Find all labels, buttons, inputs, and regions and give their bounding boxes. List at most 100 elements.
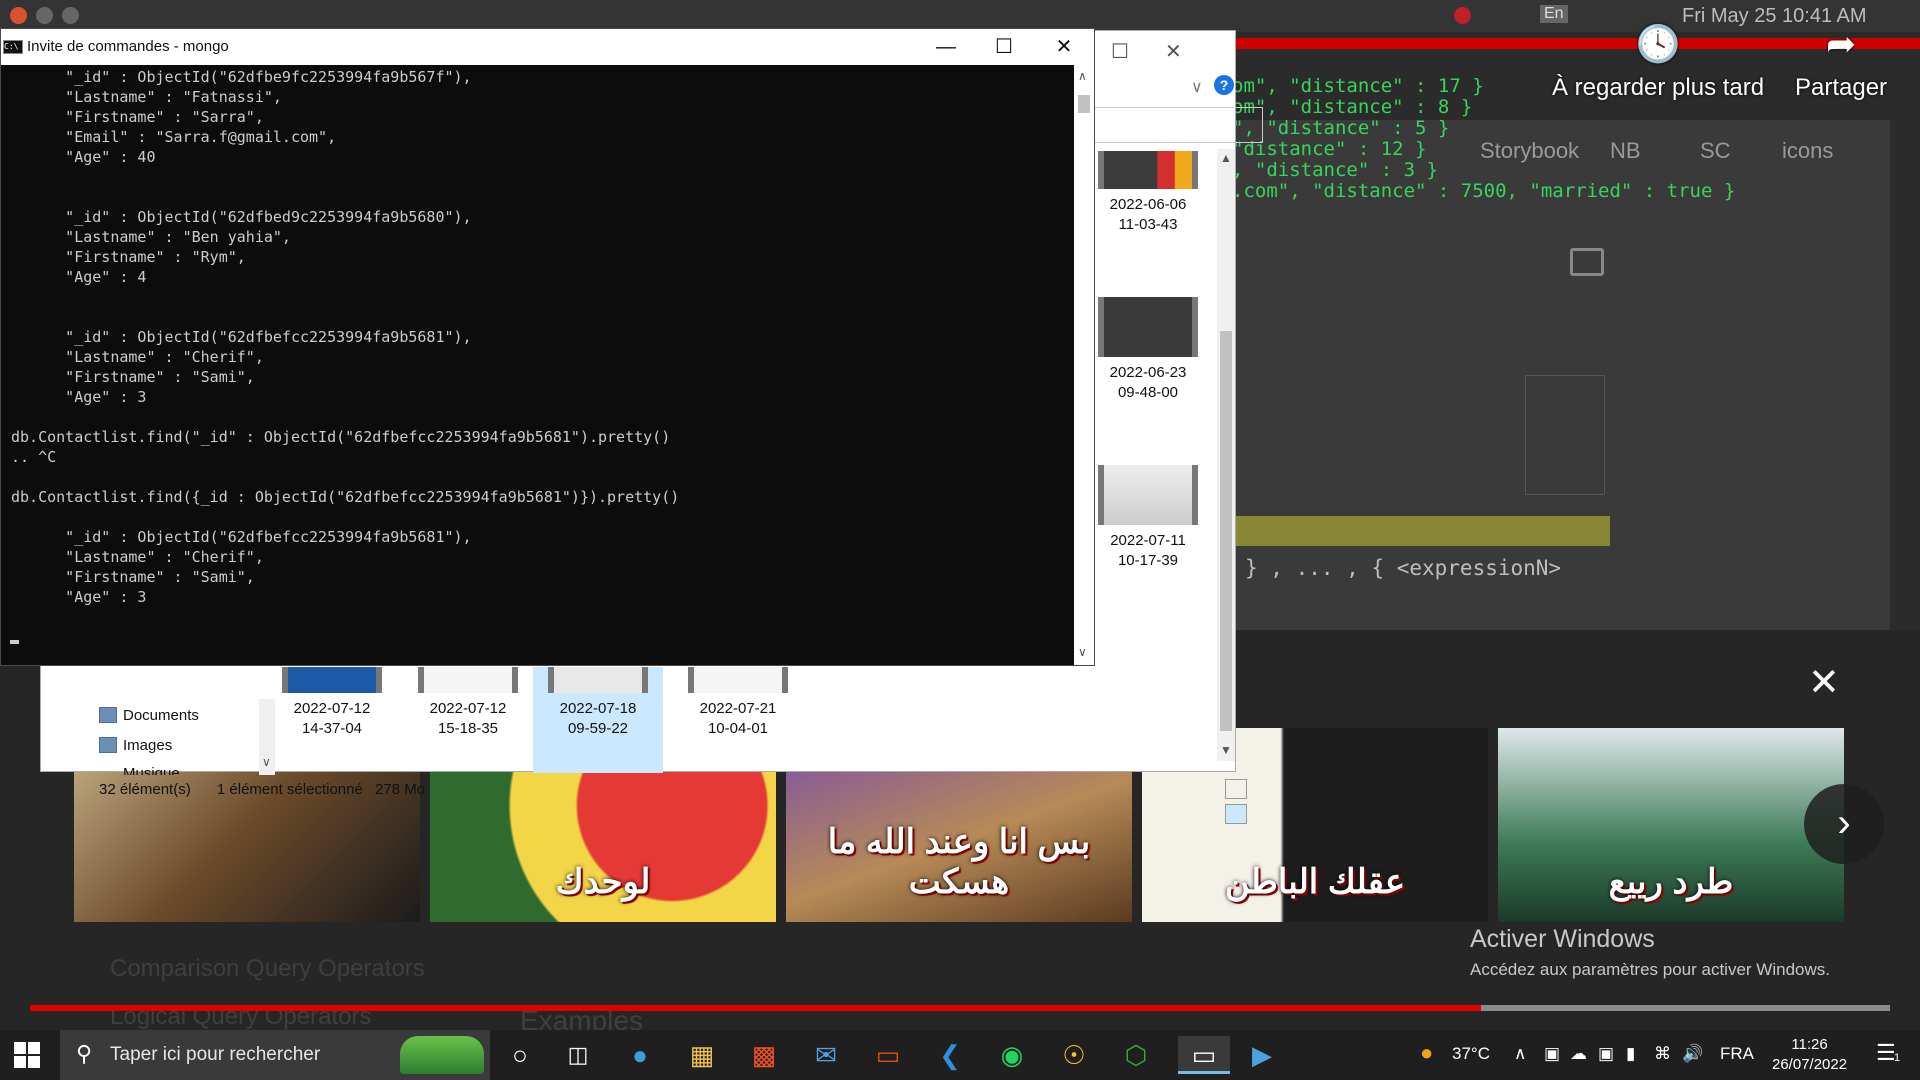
large-icons-view-icon[interactable] — [1225, 804, 1247, 824]
code-line: ", "distance" : 5 } — [1232, 117, 1450, 139]
file-item[interactable]: 2022-06-23 09-48-00 — [1093, 297, 1203, 403]
file-date: 2022-06-06 — [1109, 196, 1187, 213]
terminal-line: "Firstname" : "Sarra", — [11, 108, 264, 126]
background-panel — [1525, 375, 1605, 495]
chrome-icon[interactable]: ☉ — [1054, 1036, 1094, 1074]
nav-item-music[interactable]: Musique — [123, 765, 180, 775]
file-date: 2022-06-23 — [1109, 364, 1187, 381]
chevron-down-icon[interactable]: ∨ — [1191, 77, 1203, 97]
mail-icon[interactable]: ✉ — [806, 1036, 846, 1074]
details-view-icon[interactable] — [1225, 779, 1247, 799]
help-icon[interactable]: ? — [1214, 75, 1234, 95]
volume-icon[interactable]: 🔊 — [1682, 1044, 1703, 1064]
notification-count: 1 — [1894, 1052, 1901, 1064]
network-icon[interactable]: ⌘ — [1654, 1044, 1671, 1064]
taskbar-search[interactable]: ⚲ Taper ici pour rechercher — [60, 1030, 490, 1080]
next-videos-button[interactable]: › — [1804, 784, 1884, 864]
thumbnail-title: بس انا وعند الله ما هسكت — [827, 823, 1091, 901]
bookmark-icons: icons — [1782, 138, 1834, 163]
file-item-selected[interactable]: 2022-07-18 09-59-22 — [533, 667, 663, 773]
clock[interactable]: 11:26 26/07/2022 — [1772, 1035, 1847, 1075]
file-item[interactable]: 2022-07-21 10-04-01 — [673, 667, 803, 739]
maximize-button[interactable]: ☐ — [981, 33, 1027, 61]
nav-label: Documents — [123, 707, 199, 724]
nav-item-documents[interactable]: Documents — [99, 707, 199, 724]
meet-icon[interactable]: ▣ — [1544, 1044, 1560, 1064]
file-item[interactable]: 2022-07-12 14-37-04 — [267, 667, 397, 739]
file-item[interactable]: 2022-07-12 15-18-35 — [403, 667, 533, 739]
clock-date: 26/07/2022 — [1772, 1056, 1848, 1073]
vscode-icon[interactable]: ❮ — [930, 1036, 970, 1074]
background-menu: Comparison Query Operators Logical Query… — [110, 945, 425, 1041]
navigation-pane: Documents Images Musique ∨ — [81, 699, 276, 775]
scrollbar-thumb[interactable] — [1078, 95, 1090, 113]
watch-later-button[interactable]: 🕓 À regarder plus tard — [1552, 24, 1764, 102]
file-time: 11-03-43 — [1118, 216, 1178, 233]
close-icon[interactable]: ✕ — [1165, 39, 1182, 64]
terminal-line: "Lastname" : "Cherif", — [11, 548, 264, 566]
file-item[interactable]: 2022-07-11 10-17-39 — [1093, 465, 1203, 571]
weather-temperature[interactable]: 37°C — [1452, 1044, 1490, 1064]
video-progress-fill — [30, 1005, 1481, 1011]
chevron-down-icon[interactable]: ∨ — [1078, 645, 1087, 659]
minimize-button[interactable]: — — [923, 33, 969, 61]
video-file-icon — [1098, 151, 1198, 189]
terminal-line: "_id" : ObjectId("62dfbefcc2253994fa9b56… — [11, 328, 472, 346]
file-explorer-icon[interactable]: ▦ — [682, 1036, 722, 1074]
cmd-taskbar-icon[interactable]: ▭ — [1178, 1036, 1230, 1074]
weather-icon[interactable]: ● — [1420, 1040, 1433, 1066]
status-bar: 32 élément(s) 1 élément sélectionné 278 … — [99, 781, 447, 798]
maximize-dot-icon — [62, 7, 79, 24]
battery-icon[interactable]: ▮ — [1626, 1044, 1635, 1064]
windows-logo-icon — [28, 1042, 40, 1054]
office-icon[interactable]: ▭ — [868, 1036, 908, 1074]
video-thumbnail[interactable]: طرد رييع — [1498, 728, 1844, 922]
start-button[interactable] — [14, 1042, 40, 1068]
chevron-up-icon[interactable]: ∧ — [1078, 69, 1087, 83]
notification-icon[interactable]: ☰ — [1876, 1040, 1896, 1066]
search-input[interactable] — [1093, 107, 1263, 143]
cortana-icon[interactable]: ○ — [500, 1036, 540, 1074]
video-file-icon — [688, 667, 788, 693]
chevron-up-icon[interactable]: ∧ — [1514, 1044, 1526, 1064]
maximize-icon[interactable]: ☐ — [1111, 39, 1129, 64]
minimize-dot-icon — [36, 7, 53, 24]
terminal-line: db.Contactlist.find("_id" : ObjectId("62… — [11, 428, 671, 446]
file-time: 09-48-00 — [1117, 384, 1179, 401]
cloud-icon[interactable]: ☁ — [1570, 1044, 1587, 1064]
video-file-icon — [418, 667, 518, 693]
video-file-icon — [282, 667, 382, 693]
terminal-line: "_id" : ObjectId("62dfbe9fc2253994fa9b56… — [11, 68, 472, 86]
file-item[interactable]: 2022-06-06 11-03-43 — [1093, 151, 1203, 235]
chevron-down-icon[interactable]: ▼ — [1220, 743, 1232, 757]
terminal-output[interactable]: "_id" : ObjectId("62dfbe9fc2253994fa9b56… — [11, 67, 1071, 663]
close-icon[interactable]: ✕ — [1808, 660, 1840, 705]
window-titlebar[interactable]: C:\ Invite de commandes - mongo — ☐ ✕ — [1, 29, 1094, 65]
activation-subtitle: Accédez aux paramètres pour activer Wind… — [1470, 960, 1830, 979]
scrollbar-thumb[interactable] — [1220, 331, 1232, 731]
thumbnail-title: عقلك الباطن — [1224, 863, 1406, 901]
spotify-icon[interactable]: ◉ — [992, 1036, 1032, 1074]
store-icon[interactable]: ▩ — [744, 1036, 784, 1074]
search-highlight-art — [400, 1036, 484, 1074]
scrollbar[interactable]: ∨ — [259, 699, 275, 775]
scrollbar[interactable]: ∧ ∨ — [1074, 65, 1094, 665]
task-view-icon[interactable]: ◫ — [558, 1036, 598, 1074]
search-placeholder: Taper ici pour rechercher — [110, 1044, 321, 1065]
windows-logo-icon — [28, 1056, 40, 1068]
close-button[interactable]: ✕ — [1041, 33, 1087, 61]
taskbar: ⚲ Taper ici pour rechercher ○ ◫ ● ▦ ▩ ✉ … — [0, 1030, 1920, 1080]
code-line: "distance" : 12 } — [1232, 138, 1427, 160]
terminal-line: "Age" : 4 — [11, 268, 147, 286]
node-icon[interactable]: ⬡ — [1116, 1036, 1156, 1074]
share-button[interactable]: ➦ Partager — [1795, 24, 1887, 102]
nav-item-images[interactable]: Images — [99, 737, 172, 754]
edge-icon[interactable]: ● — [620, 1036, 660, 1074]
video-player-icon[interactable]: ▶ — [1242, 1036, 1282, 1074]
chevron-up-icon[interactable]: ▲ — [1220, 151, 1232, 165]
language-indicator[interactable]: FRA — [1720, 1044, 1754, 1064]
chevron-down-icon[interactable]: ∨ — [262, 755, 271, 769]
device-icon[interactable]: ▣ — [1598, 1044, 1614, 1064]
